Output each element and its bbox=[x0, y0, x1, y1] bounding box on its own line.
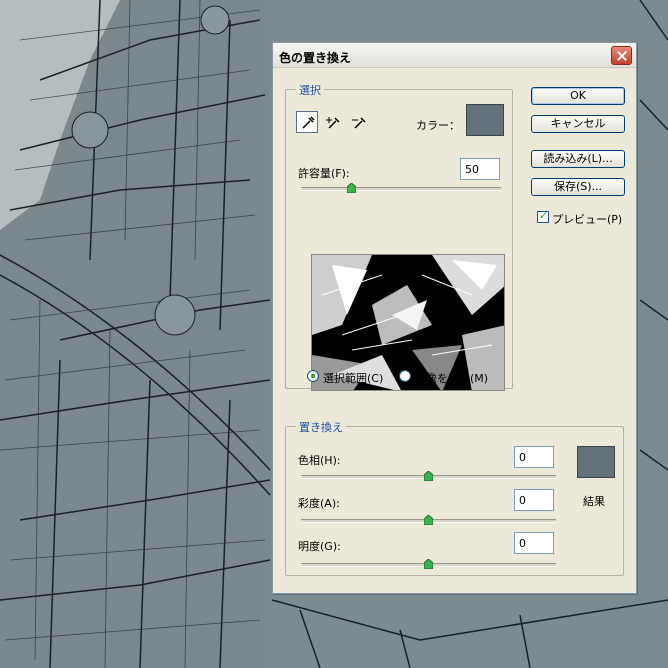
load-button[interactable]: 読み込み(L)... bbox=[531, 150, 625, 168]
preview-label[interactable]: プレビュー(P) bbox=[552, 211, 622, 227]
eyedropper-icon[interactable] bbox=[296, 111, 318, 133]
saturation-input[interactable] bbox=[514, 489, 554, 511]
selection-legend: 選択 bbox=[296, 82, 324, 98]
save-button[interactable]: 保存(S)... bbox=[531, 178, 625, 196]
result-label: 結果 bbox=[583, 495, 605, 508]
replacement-group: 置き換え 色相(H): 彩度(A): 明度(G): 結果 bbox=[285, 419, 624, 576]
saturation-slider-thumb[interactable] bbox=[424, 515, 433, 525]
replacement-legend: 置き換え bbox=[296, 419, 346, 435]
lightness-label: 明度(G): bbox=[298, 540, 341, 553]
preview-checkbox[interactable] bbox=[537, 209, 549, 223]
color-label: カラー： bbox=[416, 119, 460, 132]
fuzziness-label: 許容量(F): bbox=[298, 167, 350, 180]
eyedropper-plus-icon[interactable] bbox=[322, 111, 344, 133]
lightness-slider-thumb[interactable] bbox=[424, 559, 433, 569]
image-radio[interactable] bbox=[399, 370, 411, 382]
fuzziness-slider-track[interactable] bbox=[301, 187, 501, 191]
saturation-label: 彩度(A): bbox=[298, 497, 340, 510]
image-radio-label[interactable]: 画像を表示(M) bbox=[415, 370, 488, 386]
selection-radio[interactable] bbox=[307, 370, 319, 382]
selection-group: 選択 カラー： 許容量(F): bbox=[285, 82, 513, 391]
lightness-input[interactable] bbox=[514, 532, 554, 554]
fuzziness-input[interactable] bbox=[460, 158, 500, 180]
eyedropper-minus-icon[interactable] bbox=[348, 111, 370, 133]
title-bar[interactable]: 色の置き換え bbox=[273, 43, 636, 68]
selection-color-swatch[interactable] bbox=[466, 104, 504, 136]
hue-input[interactable] bbox=[514, 446, 554, 468]
hue-slider-thumb[interactable] bbox=[424, 471, 433, 481]
ok-button[interactable]: OK bbox=[531, 87, 625, 105]
close-icon[interactable] bbox=[611, 46, 632, 65]
hue-label: 色相(H): bbox=[298, 454, 341, 467]
cancel-button[interactable]: キャンセル bbox=[531, 115, 625, 133]
result-color-swatch bbox=[577, 446, 615, 478]
fuzziness-slider-thumb[interactable] bbox=[347, 183, 356, 193]
selection-radio-label[interactable]: 選択範囲(C) bbox=[323, 370, 383, 386]
dialog-title: 色の置き換え bbox=[279, 51, 352, 65]
replace-color-dialog: 色の置き換え 選択 カラー： 許容量(F): 50 選択範囲(C) 画像を表示(… bbox=[272, 42, 637, 594]
